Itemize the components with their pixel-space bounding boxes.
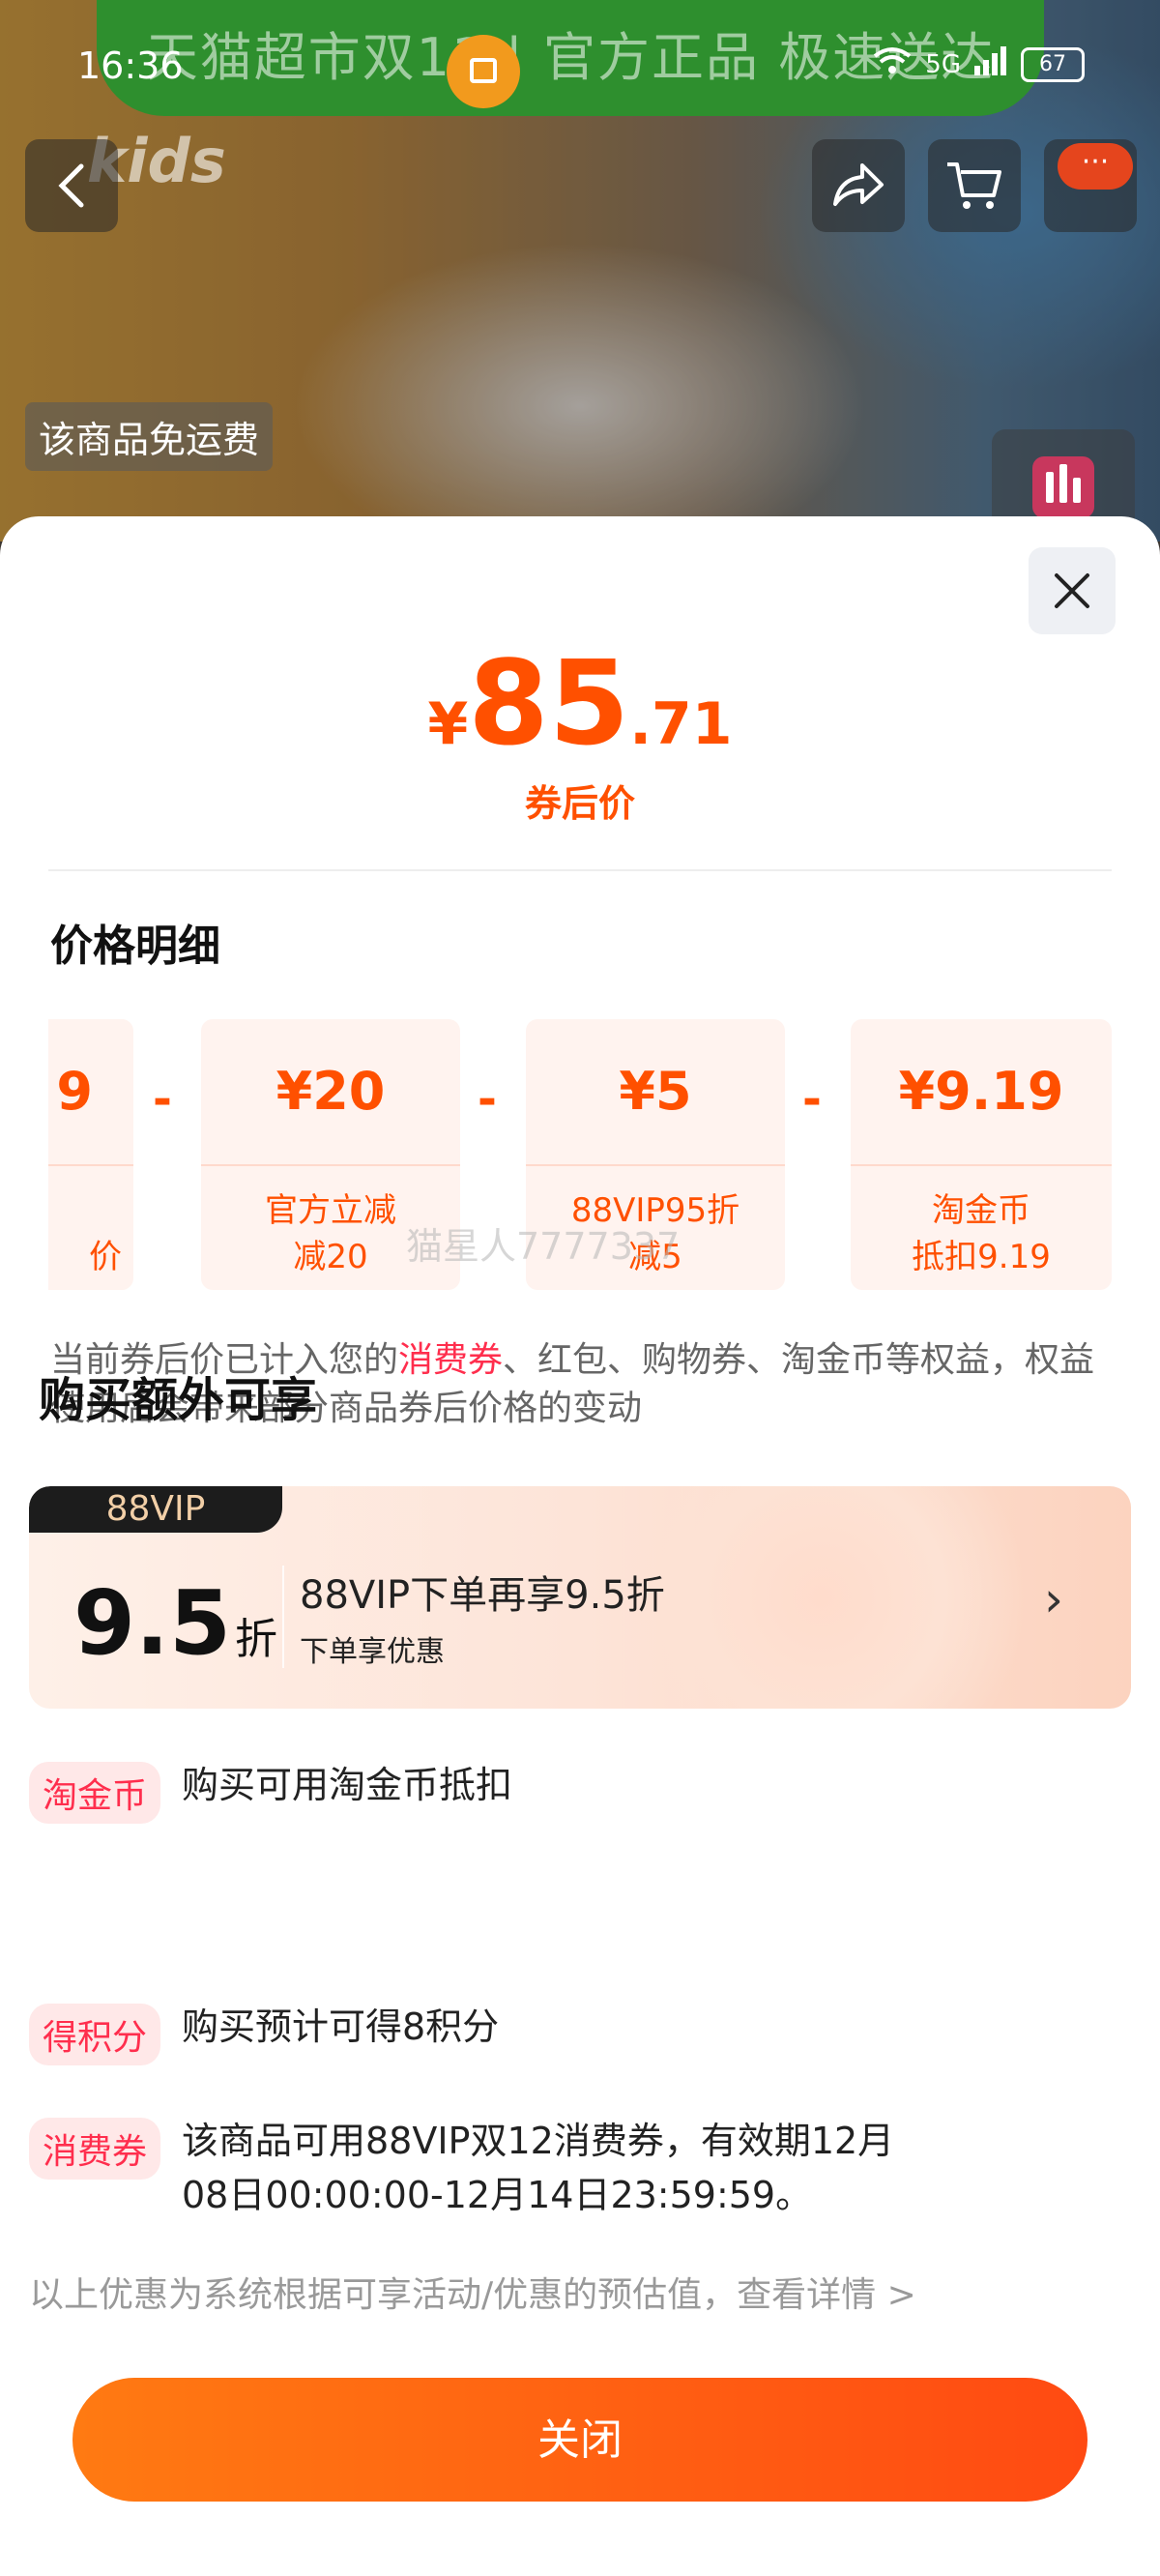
wifi-icon xyxy=(873,46,912,82)
cart-icon xyxy=(947,162,1001,209)
cart-button[interactable] xyxy=(928,139,1021,232)
details-link[interactable]: 以上优惠为系统根据可享活动/优惠的预估值，查看详情 > xyxy=(29,2267,916,2317)
store-badge-icon xyxy=(447,35,520,108)
note-highlight[interactable]: 消费券 xyxy=(398,1340,503,1380)
vip-subtitle: 下单享优惠 xyxy=(300,1635,445,1669)
status-indicators: 5G 67 xyxy=(873,46,1085,82)
back-button[interactable] xyxy=(25,139,118,232)
share-icon xyxy=(833,163,884,206)
points-text: 购买预计可得8积分 xyxy=(182,2005,500,2048)
voucher-text: 该商品可用88VIP双12消费券，有效期12月 08日00:00:00-12月14… xyxy=(182,2120,895,2216)
vip-tag: 88VIP xyxy=(29,1486,282,1533)
coin-text: 购买可用淘金币抵扣 xyxy=(182,1764,513,1806)
vip-title: 88VIP下单再享9.5折 xyxy=(300,1573,665,1618)
free-shipping-label: 该商品免运费 xyxy=(25,402,274,471)
back-icon xyxy=(58,163,84,208)
coin-tag: 淘金币 xyxy=(29,1762,161,1824)
battery-icon: 67 xyxy=(1021,46,1085,82)
voucher-tag: 消费券 xyxy=(29,2118,161,2180)
share-button[interactable] xyxy=(812,139,905,232)
vip-separator xyxy=(282,1566,284,1668)
points-tag: 得积分 xyxy=(29,2004,161,2065)
vip-discount-card[interactable]: 88VIP 9.5折 88VIP下单再享9.5折 下单享优惠 › xyxy=(29,1486,1131,1709)
more-dots-badge: ··· xyxy=(1058,143,1133,190)
signal-icon xyxy=(974,46,1007,82)
status-time: 16:36 xyxy=(77,44,184,87)
vip-discount-value: 9.5折 xyxy=(73,1571,277,1675)
close-button[interactable]: 关闭 xyxy=(72,2378,1088,2502)
chevron-right-icon: › xyxy=(1044,1571,1063,1627)
section-title-extra: 购买额外可享 xyxy=(39,1373,318,1427)
chart-icon xyxy=(1032,456,1094,518)
signal-label: 5G xyxy=(925,49,961,79)
